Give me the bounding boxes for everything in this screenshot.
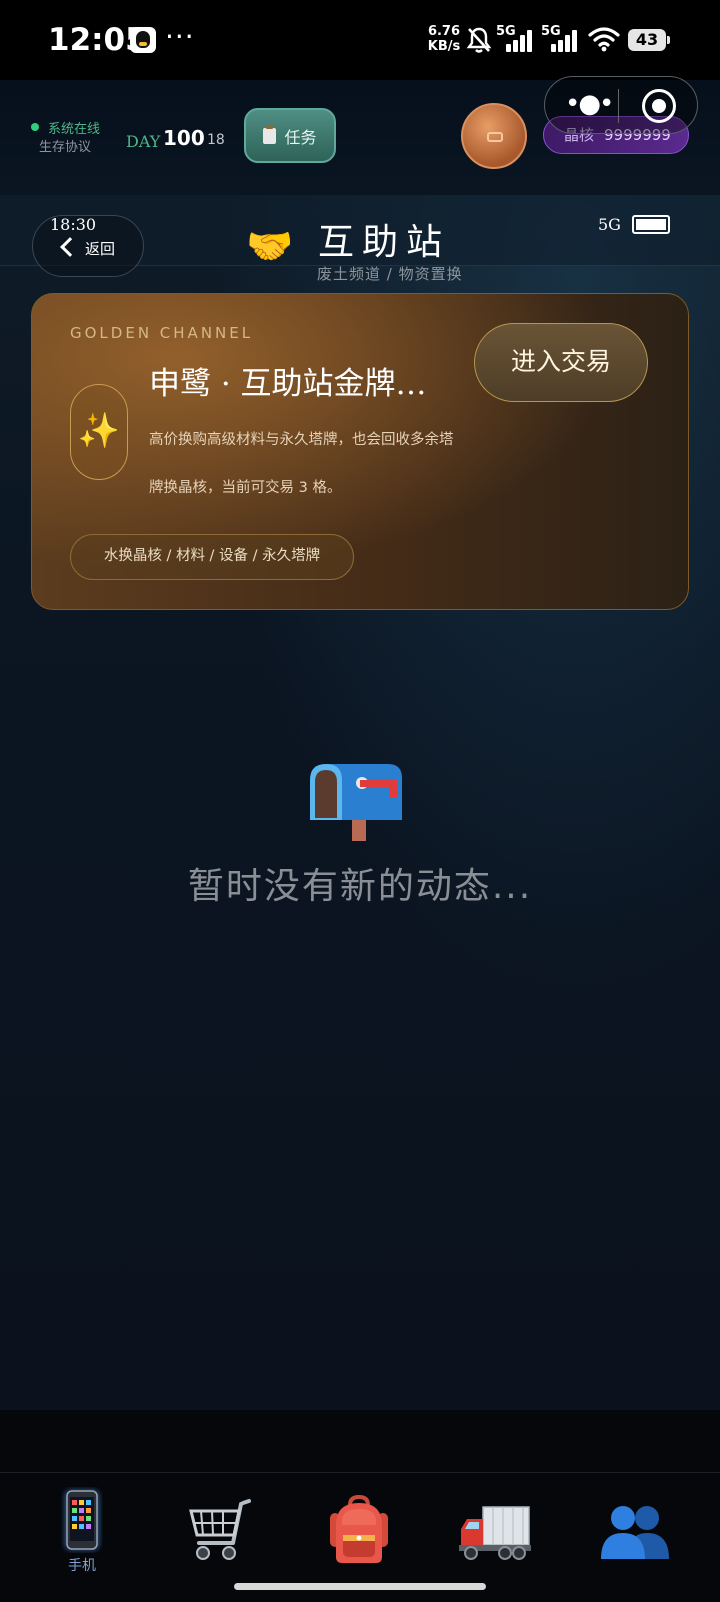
- phone-battery-icon: [632, 215, 670, 234]
- wifi-icon: [588, 27, 620, 52]
- sparkles-icon: ✨: [70, 384, 128, 480]
- more-options-icon[interactable]: •●•: [565, 91, 614, 117]
- more-notifications-icon: ···: [165, 20, 195, 53]
- clipboard-icon: [263, 124, 277, 144]
- page-title: 互助站: [318, 222, 451, 263]
- battery-icon: 43: [628, 29, 670, 51]
- nav-item-phone[interactable]: 手机: [17, 1473, 147, 1602]
- task-button[interactable]: 任务: [244, 108, 336, 163]
- qq-notification-icon: [130, 27, 156, 53]
- back-button-label: 返回: [85, 240, 116, 258]
- card-title: 申鹭 · 互助站金牌…: [149, 366, 427, 402]
- nav-item-community[interactable]: [569, 1473, 699, 1602]
- backpack-icon: [330, 1495, 388, 1563]
- phone-clock: 18:30: [50, 215, 97, 234]
- day-hour: 18: [207, 132, 225, 148]
- close-miniprogram-icon[interactable]: [642, 89, 676, 123]
- day-label: DAY: [126, 132, 161, 151]
- network-speed-value: 6.76: [427, 24, 461, 39]
- network-speed: 6.76 KB/s: [426, 24, 462, 54]
- empty-state-text: 暂时没有新的动态...: [187, 866, 533, 907]
- capsule-divider: [618, 89, 619, 123]
- task-button-label: 任务: [284, 127, 317, 147]
- miniprogram-capsule: •●•: [544, 76, 698, 134]
- card-kicker: GOLDEN CHANNEL: [70, 324, 254, 342]
- golden-channel-card[interactable]: GOLDEN CHANNEL ✨ 申鹭 · 互助站金牌… 高价换购高级材料与永久…: [31, 293, 689, 610]
- phone-network-label: 5G: [598, 215, 621, 234]
- phone-icon: [65, 1490, 99, 1550]
- online-status-text: 系统在线: [48, 122, 101, 137]
- protocol-text: 生存协议: [39, 140, 92, 155]
- mailbox-icon: [310, 764, 402, 841]
- truck-icon: [459, 1506, 531, 1560]
- radio-icon: [487, 132, 503, 142]
- signal-strength-icon: [506, 30, 534, 52]
- bottom-spacer: [0, 1410, 720, 1472]
- signal-strength-icon: [551, 30, 579, 52]
- phone-screen: 返回 18:30 🤝 互助站 废土频道 / 物资置换 5G GOLDEN CHA…: [0, 195, 720, 1410]
- card-category-tag: 水换晶核 / 材料 / 设备 / 永久塔牌: [70, 534, 354, 580]
- people-icon: [601, 1506, 669, 1559]
- online-status-dot: [31, 123, 39, 131]
- page-subtitle: 废土频道 / 物资置换: [317, 265, 463, 283]
- home-indicator[interactable]: [234, 1583, 486, 1590]
- network-speed-unit: KB/s: [427, 39, 461, 54]
- handshake-icon: 🤝: [246, 224, 294, 268]
- shopping-cart-icon: [189, 1499, 251, 1560]
- enter-trade-button[interactable]: 进入交易: [474, 323, 648, 402]
- card-description: 高价换购高级材料与永久塔牌，也会回收多余塔牌换晶核，当前可交易 3 格。: [149, 432, 454, 496]
- radio-button[interactable]: [461, 103, 527, 169]
- nav-label-phone: 手机: [68, 1558, 96, 1574]
- system-status-bar: 12:05 ··· 6.76 KB/s 5G 5G 43: [0, 0, 720, 80]
- bell-muted-icon: [466, 27, 492, 53]
- chevron-left-icon: [60, 237, 80, 257]
- day-value: 100: [163, 126, 205, 150]
